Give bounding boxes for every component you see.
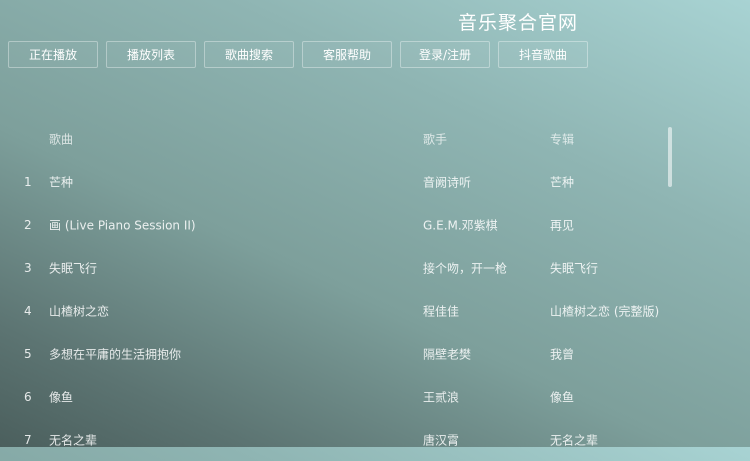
- row-index: 7: [24, 432, 32, 447]
- column-header-album: 专辑: [550, 132, 575, 146]
- song-title[interactable]: 像鱼: [49, 388, 73, 405]
- song-title[interactable]: 无名之辈: [49, 431, 97, 448]
- help-button[interactable]: 客服帮助: [302, 41, 392, 68]
- table-row[interactable]: 4 山楂树之恋 程佳佳 山楂树之恋 (完整版): [0, 289, 675, 332]
- song-search-button[interactable]: 歌曲搜索: [204, 41, 294, 68]
- table-row[interactable]: 7 无名之辈 唐汉霄 无名之辈: [0, 418, 675, 461]
- artist-name[interactable]: 隔壁老樊: [423, 345, 471, 362]
- row-index: 1: [24, 174, 32, 189]
- table-row[interactable]: 2 画 (Live Piano Session II) G.E.M.邓紫棋 再见: [0, 203, 675, 246]
- column-header-song: 歌曲: [49, 132, 74, 146]
- song-table: 歌曲 歌手 专辑 1 芒种 音阙诗听 芒种 2 画 (Live Piano Se…: [0, 117, 675, 461]
- artist-name[interactable]: 唐汉霄: [423, 431, 459, 448]
- album-name[interactable]: 再见: [550, 216, 574, 233]
- table-row[interactable]: 3 失眠飞行 接个吻，开一枪 失眠飞行: [0, 246, 675, 289]
- now-playing-button[interactable]: 正在播放: [8, 41, 98, 68]
- top-nav: 正在播放 播放列表 歌曲搜索 客服帮助 登录/注册 抖音歌曲: [8, 41, 588, 68]
- table-row[interactable]: 1 芒种 音阙诗听 芒种: [0, 160, 675, 203]
- artist-name[interactable]: 程佳佳: [423, 302, 459, 319]
- album-name[interactable]: 无名之辈: [550, 431, 598, 448]
- album-name[interactable]: 像鱼: [550, 388, 574, 405]
- column-header-artist: 歌手: [423, 132, 448, 146]
- artist-name[interactable]: G.E.M.邓紫棋: [423, 216, 498, 233]
- login-register-button[interactable]: 登录/注册: [400, 41, 490, 68]
- song-title[interactable]: 画 (Live Piano Session II): [49, 216, 196, 233]
- row-index: 6: [24, 389, 32, 404]
- table-header: 歌曲 歌手 专辑: [0, 117, 675, 160]
- douyin-songs-button[interactable]: 抖音歌曲: [498, 41, 588, 68]
- album-name[interactable]: 山楂树之恋 (完整版): [550, 302, 659, 319]
- row-index: 4: [24, 303, 32, 318]
- artist-name[interactable]: 音阙诗听: [423, 173, 471, 190]
- song-title[interactable]: 多想在平庸的生活拥抱你: [49, 345, 181, 362]
- song-title[interactable]: 山楂树之恋: [49, 302, 109, 319]
- artist-name[interactable]: 王贰浪: [423, 388, 459, 405]
- row-index: 3: [24, 260, 32, 275]
- table-row[interactable]: 6 像鱼 王贰浪 像鱼: [0, 375, 675, 418]
- song-title[interactable]: 失眠飞行: [49, 259, 97, 276]
- site-title: 音乐聚合官网: [458, 12, 579, 34]
- album-name[interactable]: 失眠飞行: [550, 259, 598, 276]
- table-row[interactable]: 5 多想在平庸的生活拥抱你 隔壁老樊 我曾: [0, 332, 675, 375]
- playlist-button[interactable]: 播放列表: [106, 41, 196, 68]
- song-title[interactable]: 芒种: [49, 173, 73, 190]
- row-index: 5: [24, 346, 32, 361]
- row-index: 2: [24, 217, 32, 232]
- album-name[interactable]: 芒种: [550, 173, 574, 190]
- scrollbar-thumb[interactable]: [668, 127, 672, 187]
- artist-name[interactable]: 接个吻，开一枪: [423, 259, 507, 276]
- album-name[interactable]: 我曾: [550, 345, 574, 362]
